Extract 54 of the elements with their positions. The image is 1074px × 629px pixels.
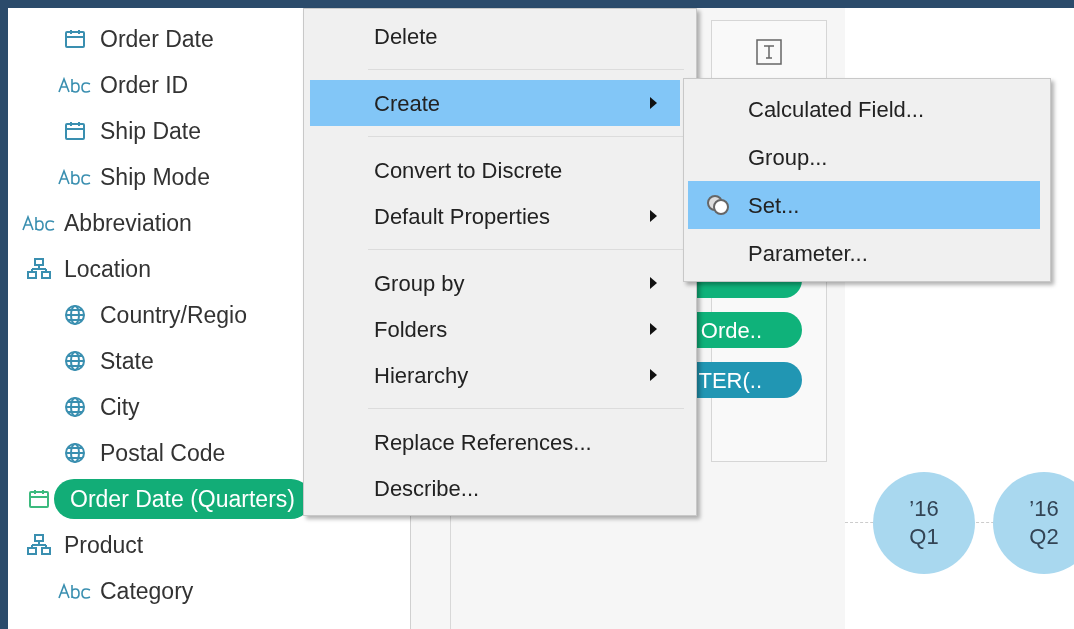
menu-label: Delete (374, 22, 438, 51)
field-item[interactable]: Order ID (100, 67, 189, 103)
calendar-icon (28, 489, 50, 509)
menu-label: Parameter... (748, 239, 868, 268)
abc-icon (22, 215, 56, 231)
menu-label: Hierarchy (374, 361, 469, 390)
field-item[interactable]: Abbreviation (64, 205, 192, 241)
globe-icon (64, 396, 86, 418)
menu-item[interactable]: Describe... (310, 465, 680, 511)
field-item[interactable]: Country/Regio (100, 297, 248, 333)
menu-label: Set... (748, 191, 800, 220)
hierarchy-icon (27, 534, 51, 556)
menu-label: Calculated Field... (748, 95, 925, 124)
calendar-icon (64, 29, 86, 49)
abc-icon (58, 169, 92, 185)
menu-label: Group by (374, 269, 465, 298)
menu-item[interactable]: Set... (688, 181, 1040, 229)
text-label-icon[interactable] (756, 39, 782, 65)
menu-label: Group... (748, 143, 828, 172)
menu-label: Folders (374, 315, 448, 344)
menu-item[interactable]: Parameter... (688, 229, 1040, 277)
menu-label: Describe... (374, 474, 480, 503)
menu-item[interactable]: Delete (310, 13, 680, 59)
menu-item[interactable]: Convert to Discrete (310, 147, 680, 193)
abc-icon (58, 583, 92, 599)
menu-item[interactable]: Default Properties (310, 193, 680, 239)
field-item[interactable]: Location (64, 251, 151, 287)
globe-icon (64, 304, 86, 326)
menu-label: Create (374, 89, 441, 118)
quarter-label: Q2 (1029, 523, 1059, 551)
field-item[interactable]: Postal Code (100, 435, 226, 471)
field-item[interactable]: Order Date (100, 21, 214, 57)
menu-item[interactable]: Replace References... (310, 419, 680, 465)
quarter-label: Q1 (909, 523, 939, 551)
year-label: ’16 (1029, 495, 1059, 523)
field-item[interactable]: State (100, 343, 154, 379)
field-item[interactable]: City (100, 389, 140, 425)
year-label: ’16 (909, 495, 939, 523)
menu-item[interactable]: Calculated Field... (688, 85, 1040, 133)
menu-item[interactable]: Group... (688, 133, 1040, 181)
field-item[interactable]: Ship Mode (100, 159, 210, 195)
menu-item[interactable]: Group by (310, 260, 680, 306)
menu-label: Replace References... (374, 428, 592, 457)
abc-icon (58, 77, 92, 93)
calendar-icon (64, 121, 86, 141)
field-item[interactable]: Ship Date (100, 113, 201, 149)
hierarchy-icon (27, 258, 51, 280)
globe-icon (64, 442, 86, 464)
field-item[interactable]: Category (100, 573, 194, 609)
menu-label: Default Properties (374, 202, 551, 231)
field-item[interactable]: Product (64, 527, 144, 563)
menu-item[interactable]: Create (310, 80, 680, 126)
menu-label: Convert to Discrete (374, 156, 563, 185)
globe-icon (64, 350, 86, 372)
